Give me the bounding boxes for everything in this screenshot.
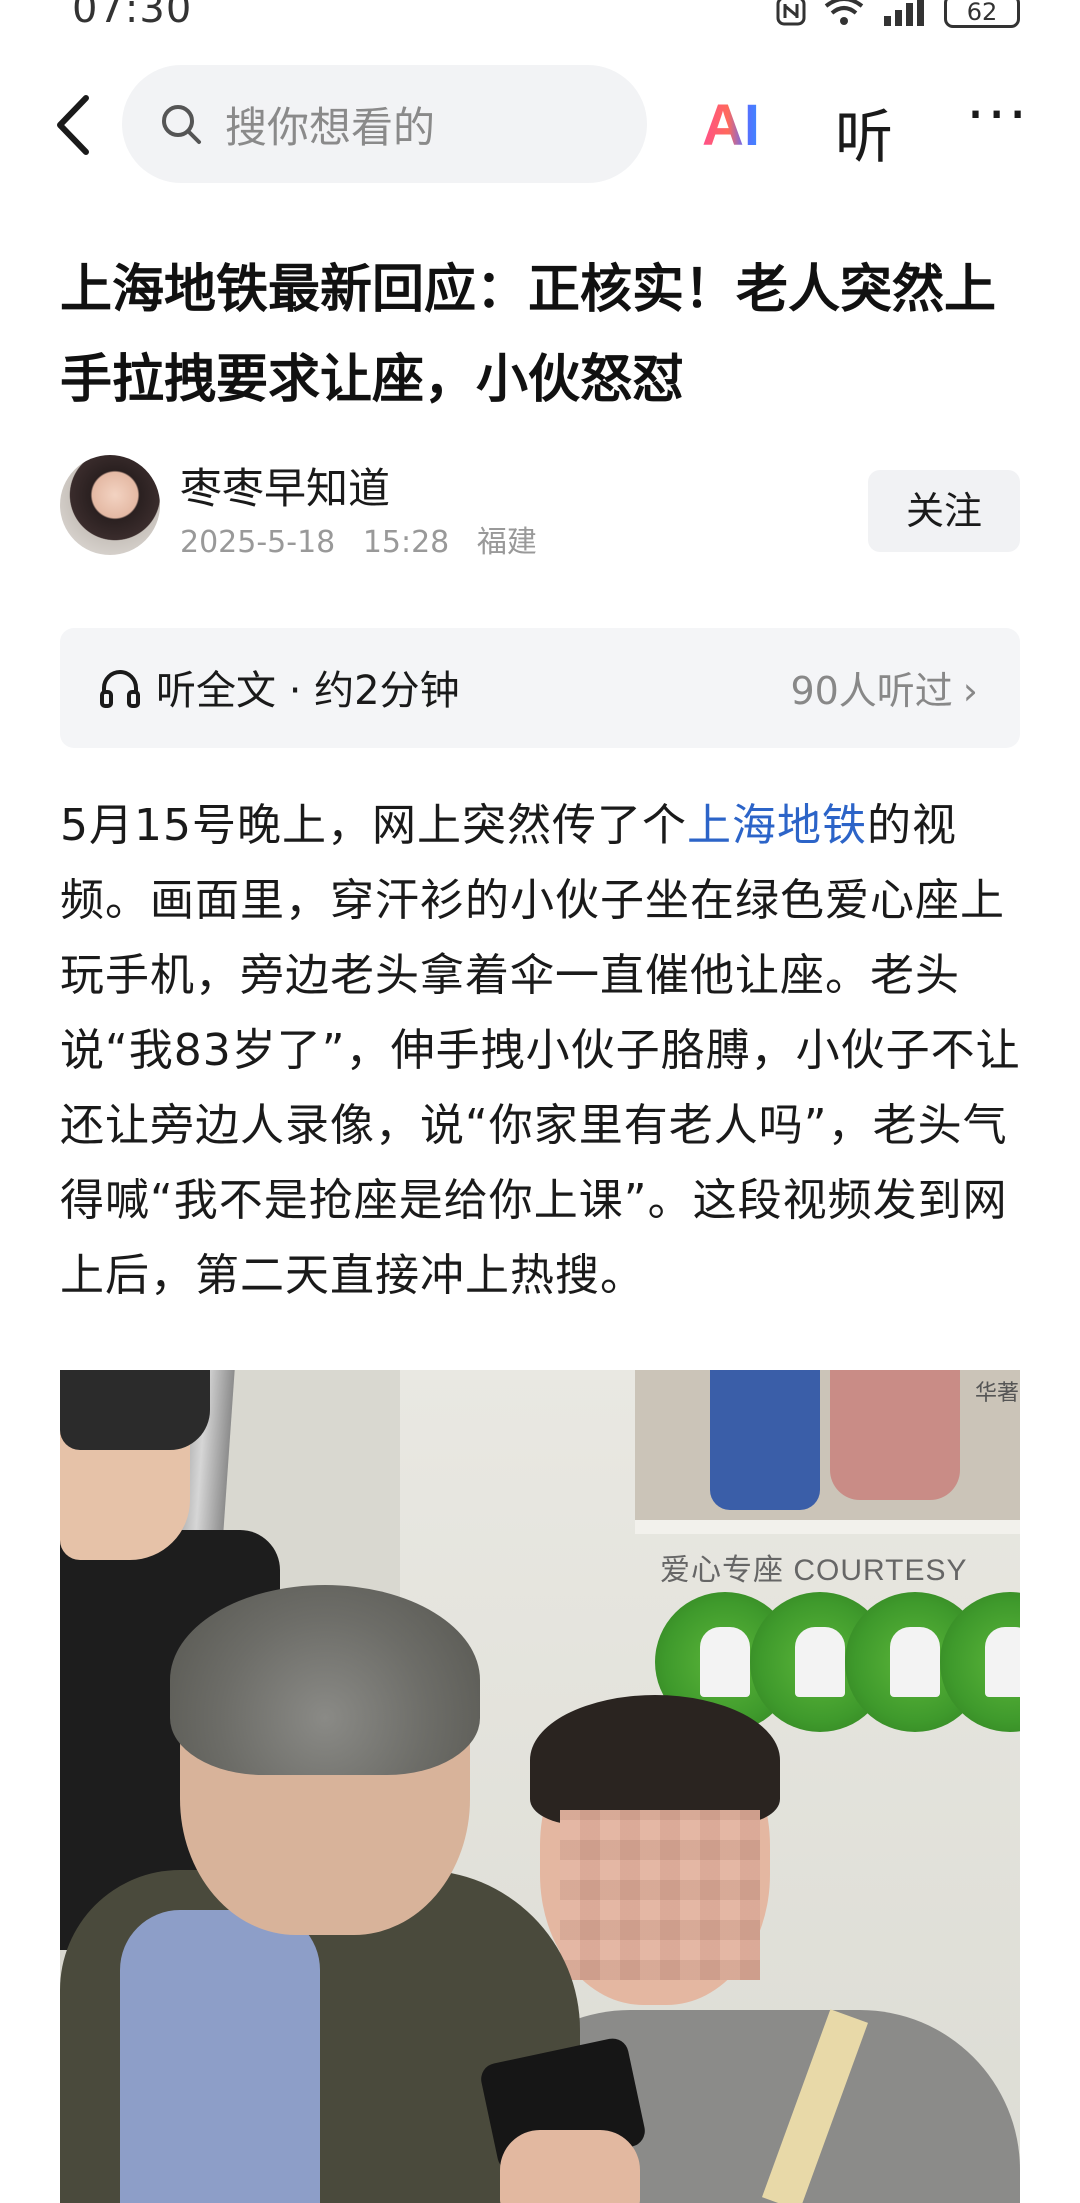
hand [500,2130,640,2203]
battery-indicator: 62 [944,0,1020,28]
ad-figure [830,1370,960,1500]
back-button[interactable] [50,90,100,160]
article-body: 5月15号晚上，网上突然传了个上海地铁的视频。画面里，穿汗衫的小伙子坐在绿色爱心… [60,788,1035,1313]
status-icons: 62 [774,0,1020,28]
pregnant-icon [795,1627,845,1697]
old-man-hair [170,1585,480,1775]
ad-panel [635,1370,1020,1534]
author-meta: 2025-5-18 15:28 福建 [180,517,555,561]
publish-location: 福建 [476,525,537,560]
child-icon [985,1627,1020,1697]
listen-count-text: 90人听过 [790,669,953,713]
ai-button[interactable]: AI [702,92,760,159]
face-mosaic [560,1810,760,1980]
old-man-shirt [120,1910,320,2203]
article-title: 上海地铁最新回应：正核实！老人突然上手拉拽要求让座，小伙怒怼 [60,260,997,410]
back-arrow-icon [57,95,89,155]
status-time: 07:30 [72,0,193,32]
search-placeholder: 搜你想看的 [225,102,436,152]
body-text-part2: 的视频。画面里，穿汗衫的小伙子坐在绿色爱心座上玩手机，旁边老头拿着伞一直催他让座… [60,800,1021,1301]
shanghai-metro-link[interactable]: 上海地铁 [687,800,867,851]
courtesy-seat-sign-label: 爱心专座 COURTESY [660,1554,968,1587]
more-options-button[interactable]: ··· [966,80,1029,150]
ad-text: 华著 [975,1381,1020,1406]
headphone-icon [100,670,140,708]
author-avatar[interactable] [60,455,160,555]
author-name[interactable]: 枣枣早知道 [180,455,390,516]
elderly-icon [700,1627,750,1697]
article-photo[interactable]: 华著 爱心专座 COURTESY [60,1370,1020,2203]
listen-count: 90人听过 › [790,660,978,715]
listen-full-text-bar[interactable]: 听全文 · 约2分钟 90人听过 › [60,628,1020,748]
publish-time: 15:28 [362,525,450,560]
signal-icon [884,0,924,26]
injured-icon [890,1627,940,1697]
search-icon [162,105,201,144]
nfc-icon [776,0,806,26]
chevron-right-icon: › [962,669,978,713]
author-row: 枣枣早知道 2025-5-18 15:28 福建 关注 [60,455,1020,565]
search-input[interactable]: 搜你想看的 [122,65,647,183]
status-bar: 07:30 62 [0,0,1080,40]
top-bar: 搜你想看的 AI 听 ··· [0,60,1080,190]
wifi-icon [824,0,864,25]
publish-date: 2025-5-18 [180,525,336,560]
passenger-left-hair [60,1370,210,1450]
listen-button[interactable]: 听 [835,90,893,174]
young-man-hair [530,1695,780,1825]
ad-figure [710,1370,820,1510]
listen-full-text-label: 听全文 · 约2分钟 [156,668,460,714]
follow-button[interactable]: 关注 [868,470,1020,552]
body-text-part1: 5月15号晚上，网上突然传了个 [60,800,687,851]
